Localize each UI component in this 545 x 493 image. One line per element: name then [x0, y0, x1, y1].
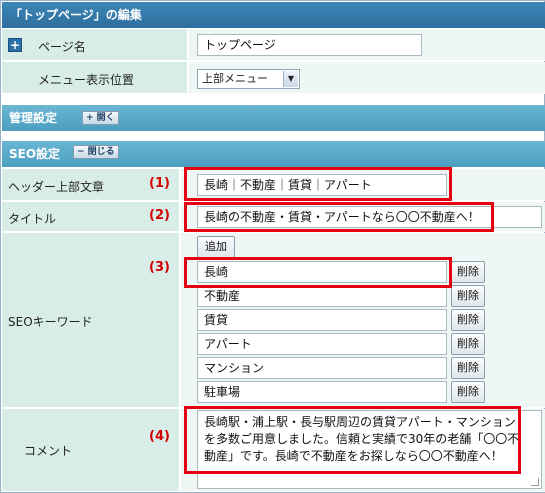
highlight-box-1: [184, 167, 452, 201]
annotation-2: (2): [149, 208, 170, 223]
keyword-input[interactable]: 賃貸: [197, 309, 447, 331]
admin-settings-header: 管理設定 + 開く: [2, 105, 545, 131]
resize-grip-icon[interactable]: [531, 478, 539, 486]
keyword-input[interactable]: アパート: [197, 333, 447, 355]
keyword-input[interactable]: マンション: [197, 357, 447, 379]
highlight-box-3: [184, 257, 452, 288]
header-text-label: ヘッダー上部文章: [8, 180, 105, 194]
annotation-4: (4): [149, 429, 170, 444]
edit-panel: 「トップページ」の編集 + ページ名 トップページ メニュー表示位置 上部メニュ…: [0, 0, 545, 493]
keyword-input[interactable]: 不動産: [197, 285, 447, 307]
menu-position-row: メニュー表示位置 上部メニュー ▼: [2, 62, 545, 94]
delete-keyword-button[interactable]: 削除: [451, 357, 485, 379]
menu-position-select[interactable]: 上部メニュー ▼: [197, 69, 300, 89]
seo-settings-close-button[interactable]: − 閉じる: [73, 145, 119, 159]
chevron-down-icon[interactable]: ▼: [283, 71, 298, 87]
annotation-3: (3): [149, 260, 170, 275]
highlight-box-2: [184, 202, 494, 232]
delete-keyword-button[interactable]: 削除: [451, 381, 485, 403]
highlight-box-4: [184, 406, 521, 474]
menu-position-label: メニュー表示位置: [38, 73, 135, 87]
comment-label: コメント: [24, 444, 73, 458]
menu-position-selected: 上部メニュー: [202, 72, 268, 85]
seo-settings-title: SEO設定: [9, 147, 61, 161]
delete-keyword-button[interactable]: 削除: [451, 261, 485, 283]
seo-settings-header: SEO設定 − 閉じる: [2, 141, 545, 167]
seo-keywords-label: SEOキーワード: [8, 315, 93, 329]
admin-settings-title: 管理設定: [9, 111, 58, 125]
delete-keyword-button[interactable]: 削除: [451, 309, 485, 331]
admin-settings-open-button[interactable]: + 開く: [82, 111, 119, 125]
title-label: タイトル: [8, 212, 57, 226]
page-name-input[interactable]: トップページ: [197, 34, 422, 56]
annotation-1: (1): [149, 176, 170, 191]
add-keyword-button[interactable]: 追加: [197, 236, 235, 258]
page-name-row: + ページ名 トップページ: [2, 29, 545, 61]
delete-keyword-button[interactable]: 削除: [451, 333, 485, 355]
page-title: 「トップページ」の編集: [2, 2, 545, 28]
keyword-input[interactable]: 駐車場: [197, 381, 447, 403]
plus-icon[interactable]: +: [8, 38, 22, 52]
page-name-label: ページ名: [38, 40, 86, 54]
delete-keyword-button[interactable]: 削除: [451, 285, 485, 307]
